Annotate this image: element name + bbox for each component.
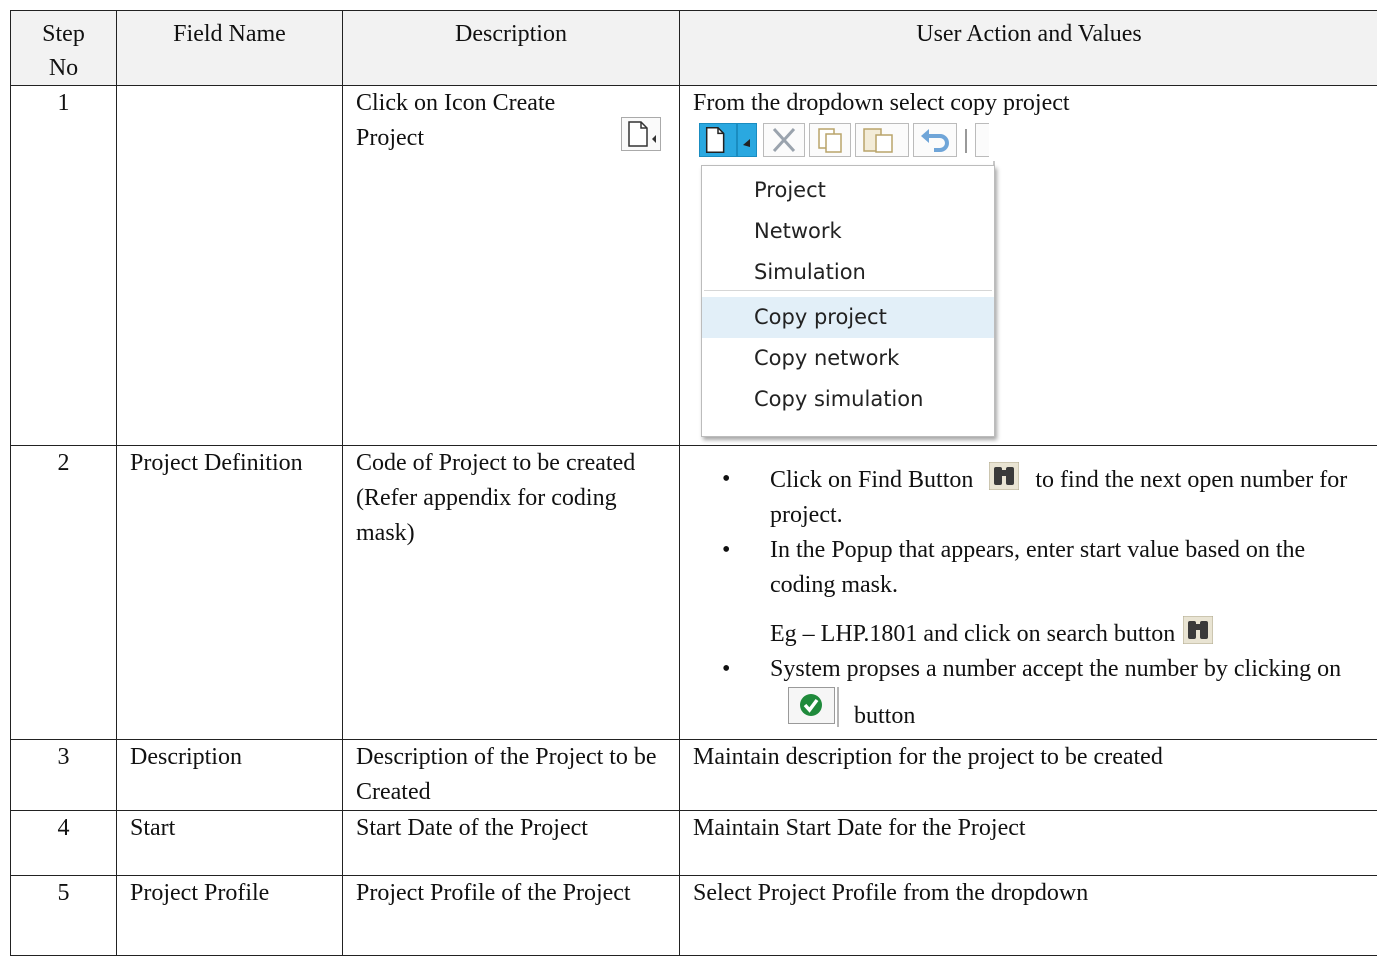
green-check-icon [788,687,840,727]
toolbar: Project Network Simulation Copy project … [693,121,1364,161]
table-row: 5 Project Profile Project Profile of the… [11,876,1377,956]
action-text: Maintain description for the project to … [680,740,1377,811]
new-document-icon [618,117,664,151]
create-dropdown-menu: Project Network Simulation Copy project … [701,165,995,437]
field-name: Description [117,740,343,811]
field-name: Project Definition [117,446,343,740]
list-item: Click on Find Button to find the next op… [710,462,1372,533]
list-item-text: Eg – LHP.1801 and click on search button [770,621,1175,647]
list-item-sub: Eg – LHP.1801 and click on search button [710,616,1372,652]
step-number: 4 [11,811,117,876]
step-number: 3 [11,740,117,811]
action-cell: Click on Find Button to find the next op… [680,446,1377,740]
step-number: 2 [11,446,117,740]
action-text: Select Project Profile from the dropdown [680,876,1377,956]
toolbar-separator [965,129,967,153]
description-text: Start Date of the Project [343,811,680,876]
binoculars-icon [1183,616,1213,644]
header-description: Description [343,11,680,86]
field-name [117,86,343,446]
create-new-button[interactable] [699,123,737,157]
list-item: System propses a number accept the numbe… [710,652,1372,734]
action-text: Maintain Start Date for the Project [680,811,1377,876]
copy-icon [810,124,850,156]
create-dropdown-arrow[interactable] [737,123,757,157]
binoculars-icon [989,462,1019,490]
table-row: 1 Click on Icon Create Project From the … [11,86,1377,446]
field-name: Project Profile [117,876,343,956]
paste-button[interactable] [855,123,909,157]
list-item-text: button [854,703,915,729]
toolbar-overflow-edge [975,123,989,157]
description-text: Description of the Project to be Created [343,740,680,811]
menu-item-copy-simulation[interactable]: Copy simulation [702,379,994,420]
cut-button[interactable] [763,123,805,157]
list-item: In the Popup that appears, enter start v… [710,533,1372,603]
chevron-down-icon [738,124,756,156]
step-number: 1 [11,86,117,446]
menu-item-project[interactable]: Project [702,170,994,211]
action-list: Click on Find Button to find the next op… [680,462,1372,734]
field-name: Start [117,811,343,876]
menu-item-simulation[interactable]: Simulation [702,252,994,293]
description-text: Code of Project to be created (Refer app… [343,446,680,740]
menu-separator [704,290,992,291]
table-row: 3 Description Description of the Project… [11,740,1377,811]
header-row: Step No Field Name Description User Acti… [11,11,1377,86]
undo-button[interactable] [913,123,957,157]
description-text: Project Profile of the Project [343,876,680,956]
step-number: 5 [11,876,117,956]
menu-item-network[interactable]: Network [702,211,994,252]
undo-icon [914,124,956,156]
description-cell: Click on Icon Create Project [343,86,680,446]
header-field: Field Name [117,11,343,86]
menu-item-copy-project[interactable]: Copy project [702,297,994,338]
description-text: Click on Icon Create Project [356,86,606,156]
copy-button[interactable] [809,123,851,157]
menu-item-copy-network[interactable]: Copy network [702,338,994,379]
table-row: 2 Project Definition Code of Project to … [11,446,1377,740]
list-item-text: System propses a number accept the numbe… [770,656,1341,682]
header-action: User Action and Values [680,11,1377,86]
scissors-icon [764,124,804,156]
header-step: Step No [11,11,117,86]
action-text: From the dropdown select copy project [693,86,1364,121]
list-item-text: Click on Find Button [770,467,973,493]
paste-icon [856,124,908,156]
new-document-icon [700,124,736,156]
action-cell: From the dropdown select copy project [680,86,1377,446]
steps-table: Step No Field Name Description User Acti… [10,10,1377,956]
list-item-text: In the Popup that appears, enter start v… [770,537,1305,598]
table-row: 4 Start Start Date of the Project Mainta… [11,811,1377,876]
